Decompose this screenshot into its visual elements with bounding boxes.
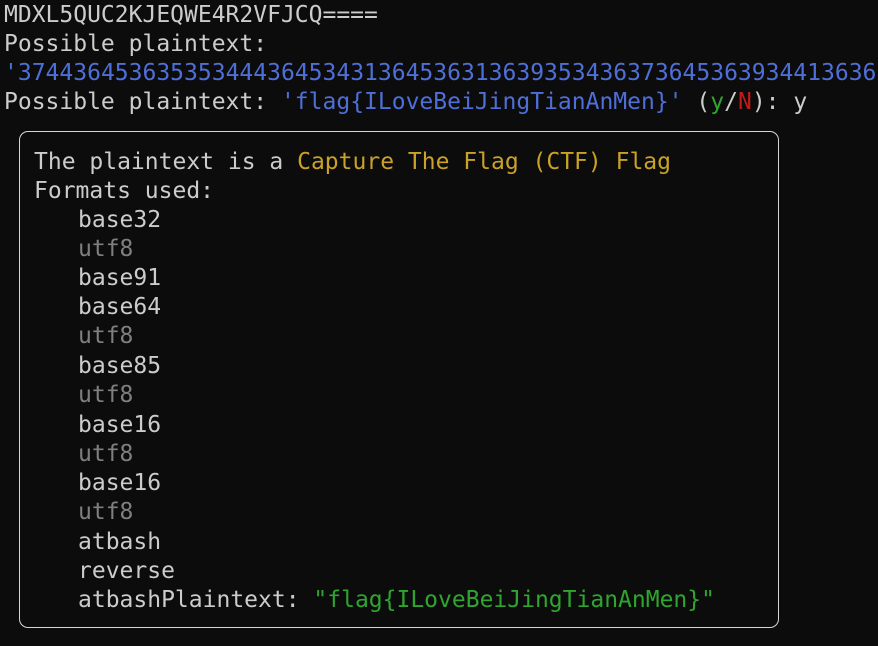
- formats-used-label: Formats used:: [34, 178, 215, 204]
- format-item: utf8: [78, 236, 134, 262]
- flag-line-prefix: Possible plaintext:: [4, 89, 281, 115]
- hex-value: 3744364536353534443645343136453631363935…: [17, 60, 877, 86]
- possible-plaintext-hex-line: '374436453635353444364534313645363136393…: [4, 59, 876, 88]
- format-item: base32: [78, 207, 162, 233]
- format-item: base91: [78, 265, 162, 291]
- format-item: utf8: [78, 499, 134, 525]
- prompt-yes-option: y: [710, 89, 725, 115]
- format-item: atbash: [78, 529, 162, 555]
- ciphertext-line: MDXL5QUC2KJEQWE4R2VFJCQ====: [4, 2, 378, 28]
- prompt-slash: /: [724, 89, 738, 115]
- possible-plaintext-flag-line: Possible plaintext: 'flag{ILoveBeiJingTi…: [4, 88, 807, 117]
- format-item: utf8: [78, 323, 134, 349]
- result-panel: The plaintext is a Capture The Flag (CTF…: [19, 131, 779, 628]
- possible-plaintext-label: Possible plaintext:: [4, 31, 268, 57]
- flag-value: 'flag{ILoveBeiJingTianAnMen}': [280, 89, 683, 115]
- terminal-window[interactable]: MDXL5QUC2KJEQWE4R2VFJCQ==== Possible pla…: [0, 0, 878, 646]
- prompt-answer-input[interactable]: y: [793, 89, 807, 115]
- format-item: base16: [78, 470, 162, 496]
- prompt-no-option: N: [737, 89, 752, 115]
- plaintext-intro: The plaintext is a Capture The Flag (CTF…: [34, 148, 671, 177]
- format-item: reverse: [78, 558, 175, 584]
- atbash-plaintext-line: atbashPlaintext: "flag{ILoveBeiJingTianA…: [78, 586, 715, 615]
- format-item: utf8: [78, 382, 134, 408]
- atbash-plaintext-label: atbashPlaintext:: [78, 587, 314, 613]
- prompt-open: (: [682, 89, 711, 115]
- prompt-close: ):: [751, 89, 794, 115]
- atbash-plaintext-value: "flag{ILoveBeiJingTianAnMen}": [313, 587, 715, 613]
- format-item: base85: [78, 353, 162, 379]
- ctf-flag-highlight: Capture The Flag (CTF) Flag: [297, 149, 671, 175]
- format-item: utf8: [78, 441, 134, 467]
- hex-quote: ': [4, 60, 18, 86]
- format-item: base64: [78, 294, 162, 320]
- intro-text: The plaintext is a: [34, 149, 298, 175]
- format-item: base16: [78, 412, 162, 438]
